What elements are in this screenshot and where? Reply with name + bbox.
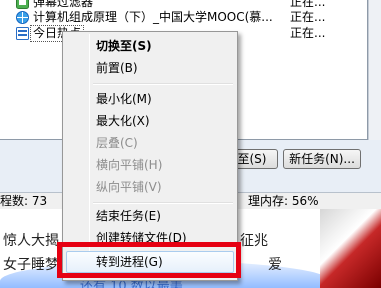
menu-item-maximize[interactable]: 最大化(X)	[96, 112, 150, 130]
news-icon	[16, 27, 29, 40]
task-status: 正在...	[290, 26, 326, 40]
menu-item-tile-vertical: 纵向平铺(V)	[96, 180, 162, 194]
menu-item-switch-to[interactable]: 切换至(S)	[96, 37, 152, 55]
memory-usage: 理内存: 56%	[248, 194, 319, 208]
photo-image	[320, 209, 381, 288]
menu-separator	[93, 202, 233, 204]
new-task-button[interactable]: 新任务(N)...	[283, 149, 361, 169]
menu-item-bring-to-front[interactable]: 前置(B)	[96, 59, 138, 77]
menu-separator	[93, 83, 233, 85]
process-count: 程数: 73	[0, 194, 48, 208]
task-row[interactable]: 弹幕过滤器 正在...	[0, 0, 368, 10]
web-text: 女子睡梦	[3, 257, 59, 273]
menu-item-end-task[interactable]: 结束任务(E)	[96, 207, 161, 225]
task-status: 正在...	[290, 10, 326, 24]
app-icon	[16, 0, 29, 9]
browser-icon	[16, 11, 29, 24]
task-name: 弹幕过滤器	[33, 0, 94, 9]
web-text: 惊人大揭	[3, 233, 59, 249]
menu-item-minimize[interactable]: 最小化(M)	[96, 90, 152, 108]
highlight-annotation-box	[57, 242, 241, 278]
vertical-scrollbar[interactable]	[368, 0, 381, 140]
task-status: 正在...	[290, 0, 326, 9]
web-text: 爱	[268, 257, 282, 273]
menu-item-cascade: 层叠(C)	[96, 136, 138, 150]
menu-item-tile-horizontal: 横向平铺(H)	[96, 158, 163, 172]
web-text: 征兆	[240, 233, 268, 249]
task-name: 计算机组成原理（下）_中国大学MOOC(慕...	[33, 10, 273, 24]
task-row[interactable]: 计算机组成原理（下）_中国大学MOOC(慕... 正在...	[0, 10, 368, 25]
